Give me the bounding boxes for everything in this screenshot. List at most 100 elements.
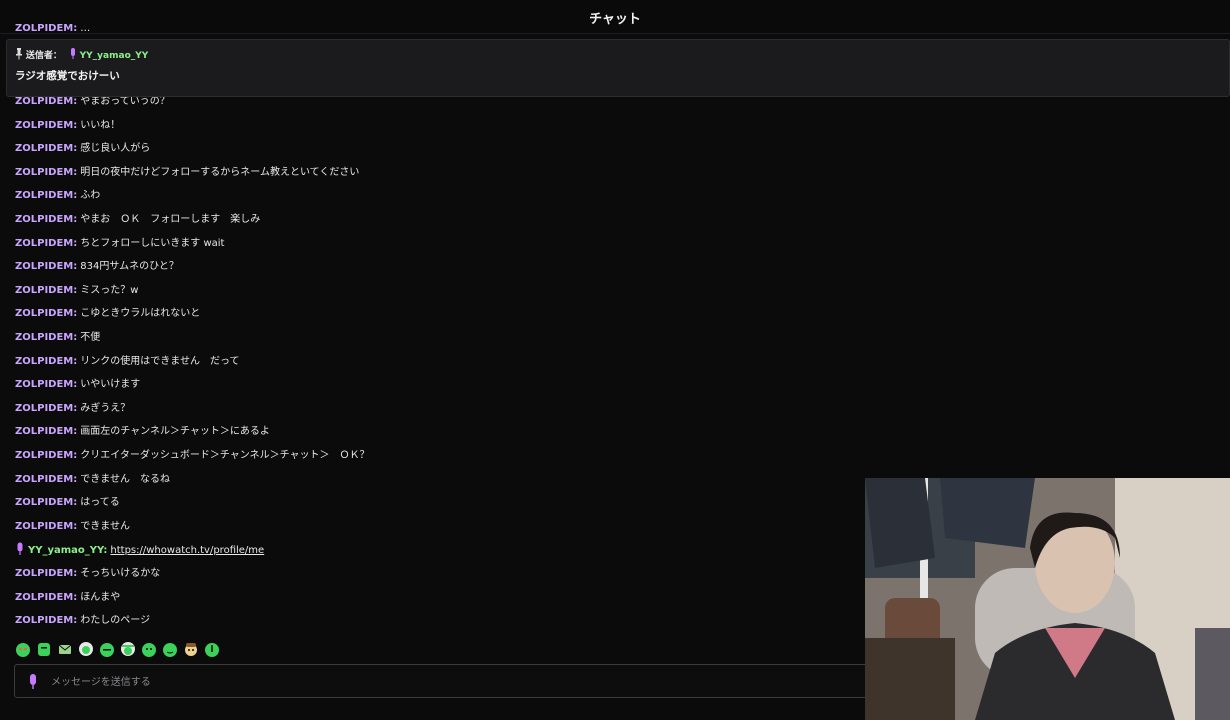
chat-message: ZOLPIDEM: こゆときウラルはれないと: [15, 306, 200, 322]
chat-message: ZOLPIDEM: わたしのページ: [15, 613, 150, 629]
webcam-image: [865, 478, 1230, 720]
message-text: ほんまや: [80, 591, 121, 603]
message-author[interactable]: ZOLPIDEM: [15, 285, 73, 296]
stamp-icon[interactable]: [161, 640, 179, 658]
author-separator: :: [73, 473, 78, 485]
chat-message: ZOLPIDEM: 834円サムネのひと？: [15, 259, 179, 275]
stamp-icon[interactable]: [56, 640, 74, 658]
message-text: できません: [80, 520, 130, 532]
message-text: こゆときウラルはれないと: [80, 308, 201, 320]
pinned-message: 送信者： YY_yamao_YY ラジオ感覚でおけーい: [6, 39, 1230, 97]
chat-message: ZOLPIDEM: できません: [15, 519, 130, 535]
author-separator: :: [73, 426, 78, 438]
message-author[interactable]: ZOLPIDEM: [15, 568, 73, 579]
author-separator: :: [73, 214, 78, 225]
message-text: やまおっていうの？: [80, 96, 170, 107]
stamp-icon[interactable]: [182, 640, 200, 658]
author-separator: :: [73, 355, 78, 367]
chat-message: ZOLPIDEM: ミスった？w: [15, 283, 138, 299]
stamp-icon[interactable]: [77, 640, 95, 658]
author-separator: :: [73, 402, 78, 414]
chat-message-partial: ZOLPIDEM:…: [15, 23, 91, 34]
stamp-icon[interactable]: [119, 640, 137, 658]
message-text: やまお ＯＫ フォローします 楽しみ: [80, 214, 261, 225]
stamp-icon[interactable]: [98, 640, 116, 658]
message-author[interactable]: ZOLPIDEM: [15, 96, 73, 107]
chat-message: ZOLPIDEM: みぎうえ？: [15, 401, 130, 417]
message-author[interactable]: YY_yamao_YY: [28, 545, 103, 556]
webcam-preview: [865, 478, 1230, 720]
message-author[interactable]: ZOLPIDEM: [15, 332, 73, 343]
message-text: 画面左のチャンネル＞チャット＞にあるよ: [80, 426, 270, 438]
chat-message: ZOLPIDEM: はってる: [15, 495, 120, 511]
message-author[interactable]: ZOLPIDEM: [15, 474, 73, 485]
chat-message: ZOLPIDEM: 不便: [15, 330, 100, 346]
message-author[interactable]: ZOLPIDEM: [15, 190, 73, 201]
stamp-icon[interactable]: [203, 640, 221, 658]
author-separator: :: [73, 450, 78, 461]
message-author[interactable]: ZOLPIDEM: [15, 521, 73, 532]
chat-message: ZOLPIDEM: 明日の夜中だけどフォローするからネーム教えといてください: [15, 165, 359, 181]
message-author[interactable]: ZOLPIDEM: [15, 450, 73, 461]
message-author[interactable]: ZOLPIDEM: [15, 143, 73, 154]
mic-icon[interactable]: [27, 673, 39, 691]
message-author[interactable]: ZOLPIDEM: [15, 120, 73, 131]
message-text: リンクの使用はできません だって: [80, 355, 240, 367]
message-author[interactable]: ZOLPIDEM: [15, 497, 73, 508]
chat-message: ZOLPIDEM: クリエイターダッシュボード＞チャンネル＞チャット＞ ＯＫ？: [15, 448, 369, 464]
chat-message: ZOLPIDEM: 感じ良い人がら: [15, 141, 150, 157]
author-separator: :: [103, 545, 108, 557]
message-author[interactable]: ZOLPIDEM: [15, 214, 73, 225]
chat-message: ZOLPIDEM: やまお ＯＫ フォローします 楽しみ: [15, 212, 260, 228]
author-separator: :: [73, 119, 78, 131]
message-text: ちとフォローしにいきます wait: [80, 237, 225, 249]
message-author[interactable]: ZOLPIDEM: [15, 261, 73, 272]
message-author[interactable]: ZOLPIDEM: [15, 356, 73, 367]
message-author[interactable]: ZOLPIDEM: [15, 379, 73, 390]
message-text: できません なるね: [80, 473, 170, 485]
author-separator: :: [73, 615, 78, 627]
stamp-icon[interactable]: [14, 640, 32, 658]
message-author[interactable]: ZOLPIDEM: [15, 592, 73, 603]
author-separator: :: [73, 308, 78, 320]
message-text: そっちいけるかな: [80, 568, 161, 579]
author-separator: :: [73, 143, 78, 155]
author-separator: :: [73, 284, 78, 296]
chat-message: ZOLPIDEM: ちとフォローしにいきます wait: [15, 236, 224, 252]
message-link[interactable]: https://whowatch.tv/profile/me: [110, 545, 264, 556]
message-author[interactable]: ZOLPIDEM: [15, 238, 73, 249]
chat-message: ZOLPIDEM: 画面左のチャンネル＞チャット＞にあるよ: [15, 424, 270, 440]
pinned-sender-row: 送信者： YY_yamao_YY: [15, 48, 148, 62]
message-text: 不便: [80, 332, 101, 343]
pinned-message-text: ラジオ感覚でおけーい: [15, 70, 120, 82]
message-author[interactable]: ZOLPIDEM: [15, 426, 73, 437]
chat-message: YY_yamao_YY: https://whowatch.tv/profile/…: [15, 542, 264, 558]
stamp-icon[interactable]: [35, 640, 53, 658]
message-input[interactable]: [51, 671, 871, 693]
message-text: わたしのページ: [80, 615, 151, 627]
message-text: クリエイターダッシュボード＞チャンネル＞チャット＞ ＯＫ？: [80, 450, 370, 461]
chat-message: ZOLPIDEM: いいね！: [15, 118, 120, 134]
pinned-sender-label: 送信者：: [25, 51, 62, 61]
author-separator: :: [73, 166, 78, 178]
message-text: 834円サムネのひと？: [80, 261, 179, 273]
message-text: ミスった？w: [80, 284, 139, 296]
author-separator: :: [73, 237, 78, 249]
message-author[interactable]: ZOLPIDEM: [15, 403, 73, 414]
author-separator: :: [73, 591, 78, 603]
mic-icon: [17, 542, 23, 556]
message-text: ふわ: [80, 190, 101, 202]
pin-icon: [16, 48, 22, 60]
chat-message: ZOLPIDEM: いやいけます: [15, 377, 140, 393]
message-input-box[interactable]: [14, 664, 894, 698]
chat-message: ZOLPIDEM: そっちいけるかな: [15, 566, 160, 582]
chat-message: ZOLPIDEM: ほんまや: [15, 590, 120, 606]
stamp-icon[interactable]: [140, 640, 158, 658]
message-author[interactable]: ZOLPIDEM: [15, 308, 73, 319]
message-text: 明日の夜中だけどフォローするからネーム教えといてください: [80, 166, 360, 178]
message-text: みぎうえ？: [80, 402, 131, 414]
pinned-sender-name[interactable]: YY_yamao_YY: [80, 51, 149, 61]
message-author[interactable]: ZOLPIDEM: [15, 615, 73, 626]
message-text: いやいけます: [80, 379, 141, 391]
message-author[interactable]: ZOLPIDEM: [15, 167, 73, 178]
